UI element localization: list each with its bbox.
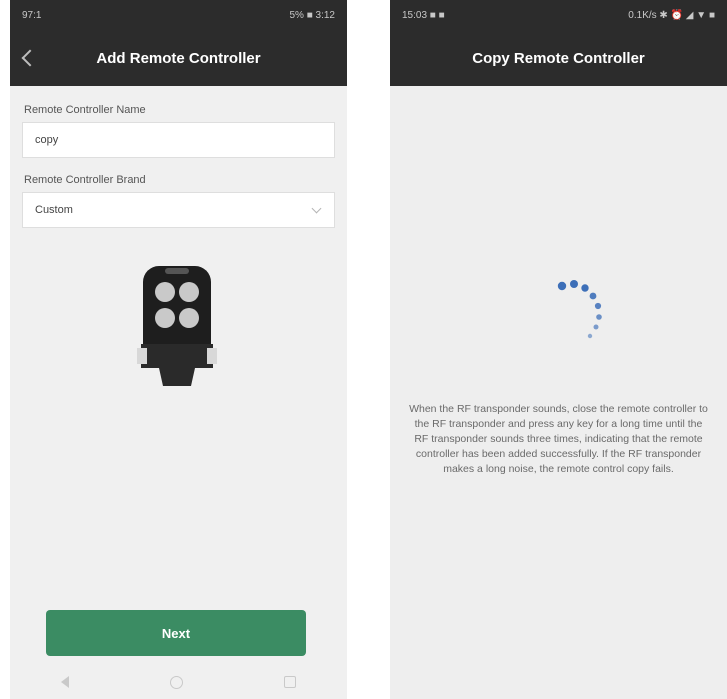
title-bar: Add Remote Controller xyxy=(10,30,347,86)
remote-brand-select[interactable]: Custom xyxy=(22,192,335,228)
page-title: Add Remote Controller xyxy=(96,49,261,67)
title-bar: Copy Remote Controller xyxy=(390,30,727,86)
loading-spinner-icon xyxy=(557,280,602,339)
add-remote-screen: 97:1 5% ■ 3:12 Add Remote Controller Rem… xyxy=(10,0,347,699)
status-bar: 15:03 ■ ■ 0.1K/s ✱ ⏰ ◢ ▼ ■ xyxy=(390,0,727,30)
status-right: 5% ■ 3:12 xyxy=(289,9,335,21)
copy-remote-screen: 15:03 ■ ■ 0.1K/s ✱ ⏰ ◢ ▼ ■ Copy Remote C… xyxy=(390,0,727,699)
status-bar: 97:1 5% ■ 3:12 xyxy=(10,0,347,30)
remote-name-input[interactable]: copy xyxy=(22,122,335,158)
nav-home-icon[interactable] xyxy=(169,675,183,689)
system-nav-bar xyxy=(10,665,347,699)
copy-instructions-text: When the RF transponder sounds, close th… xyxy=(409,403,708,475)
status-left: 15:03 ■ ■ xyxy=(402,9,445,21)
remote-name-label: Remote Controller Name xyxy=(24,104,146,116)
page-title: Copy Remote Controller xyxy=(472,49,645,67)
remote-controller-image xyxy=(137,266,217,386)
remote-name-value: copy xyxy=(35,134,59,146)
nav-recents-icon[interactable] xyxy=(284,676,297,688)
remote-brand-value: Custom xyxy=(35,204,73,216)
back-arrow-icon[interactable] xyxy=(21,49,39,67)
chevron-down-icon xyxy=(311,203,322,214)
remote-brand-label: Remote Controller Brand xyxy=(24,174,146,186)
status-left: 97:1 xyxy=(22,9,42,21)
status-right: 0.1K/s ✱ ⏰ ◢ ▼ ■ xyxy=(628,9,715,21)
nav-back-icon[interactable] xyxy=(60,676,69,688)
next-button[interactable]: Next xyxy=(46,610,306,656)
